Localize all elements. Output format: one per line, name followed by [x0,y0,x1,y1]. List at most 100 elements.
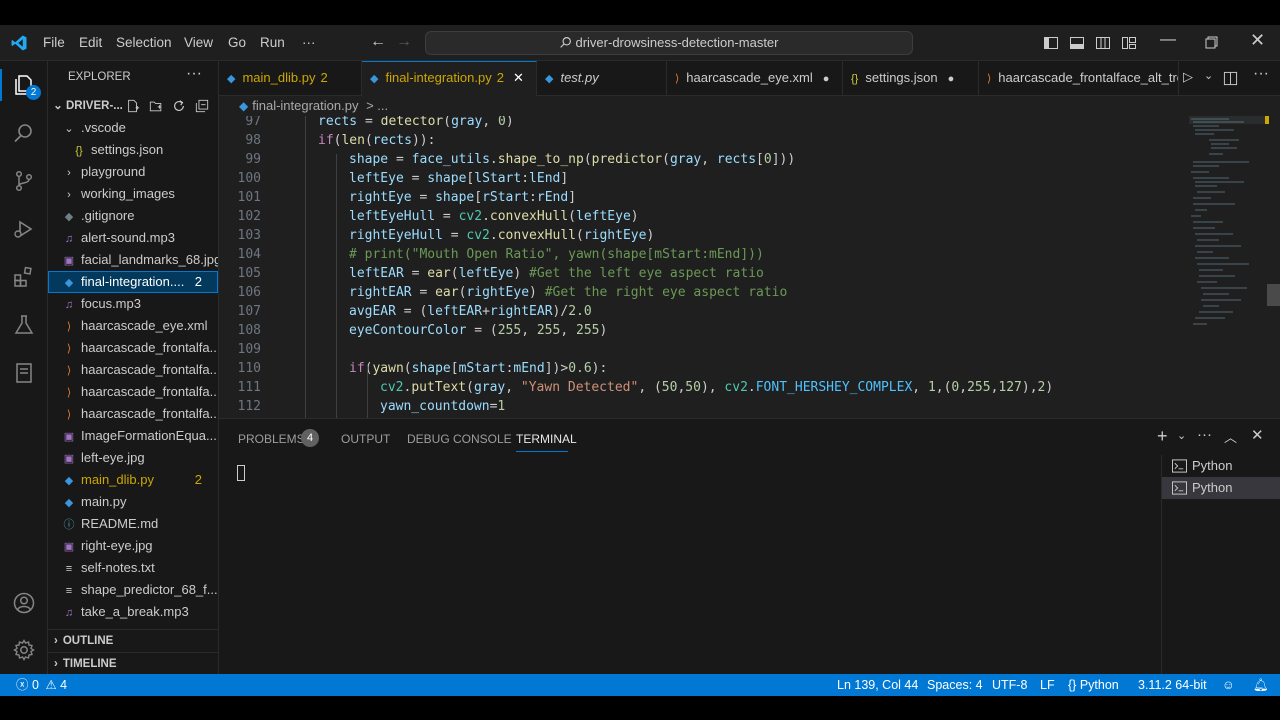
editor-tab[interactable]: ⟩ haarcascade_frontalface_alt_tre [979,61,1179,96]
notifications-bell-icon[interactable]: 🔔︎ [1253,674,1269,696]
file-tree-item[interactable]: ⟩ haarcascade_frontalfa... [48,337,218,359]
explorer-more-icon[interactable]: ··· [186,65,202,83]
restore-icon[interactable] [1205,36,1218,49]
editor-tab[interactable]: ◆ test.py [537,61,667,96]
problems-status[interactable]: ⓧ 0 ⚠ 4 [16,674,67,696]
unsaved-dot-icon[interactable]: ● [823,73,830,85]
file-tree-item[interactable]: ⟩ haarcascade_frontalfa... [48,403,218,425]
refresh-icon[interactable] [172,99,186,113]
terminal-instance-active[interactable]: Python [1162,477,1280,499]
menu-run[interactable]: Run [260,35,285,50]
code-line[interactable]: avgEAR = (leftEAR+rightEAR)/2.0 [349,302,592,321]
indentation[interactable]: Spaces: 4 [927,674,983,696]
extensions-icon[interactable] [12,265,36,289]
code-line[interactable]: # print("Mouth Open Ratio", yawn(shape[m… [349,245,764,264]
panel-more-icon[interactable]: ··· [1197,426,1212,443]
toggle-secondary-sidebar-icon[interactable] [1095,35,1111,51]
unsaved-dot-icon[interactable]: ● [948,73,955,85]
source-control-icon[interactable] [12,169,36,193]
code-editor[interactable]: 97 rects = detector(gray, 0) 98 if(len(rect… [219,116,1280,418]
command-center[interactable]: driver-drowsiness-detection-master [425,31,913,55]
editor-tab[interactable]: {} settings.json ● [843,61,979,96]
new-terminal-icon[interactable]: + [1157,426,1168,447]
file-tree-item[interactable]: ◆ .gitignore [48,205,218,227]
run-debug-icon[interactable] [12,217,36,241]
minimap[interactable] [1189,116,1269,418]
menu-edit[interactable]: Edit [79,35,102,50]
editor-tab[interactable]: ◆ main_dlib.py 2 [219,61,362,96]
code-line[interactable]: leftEyeHull = cv2.convexHull(leftEye) [349,207,639,226]
code-line[interactable]: if(len(rects)): [318,131,435,150]
run-python-icon[interactable]: ▷ [1183,69,1193,85]
split-editor-icon[interactable] [1223,71,1238,86]
file-tree-item[interactable]: ⓘ README.md [48,513,218,535]
new-folder-icon[interactable] [149,99,163,113]
menu-file[interactable]: File [43,35,65,50]
code-line[interactable]: rightEyeHull = cv2.convexHull(rightEye) [349,226,654,245]
customize-layout-icon[interactable] [1121,35,1137,51]
file-tree-item[interactable]: ♫ take_a_break.mp3 [48,601,218,623]
breadcrumb-file[interactable]: final-integration.py [252,98,358,113]
feedback-icon[interactable]: ☺ [1222,674,1235,696]
code-line[interactable]: if(yawn(shape[mStart:mEnd])>0.6): [349,359,607,378]
chevron-down-icon[interactable]: ⌄ [1177,429,1186,442]
file-tree-item[interactable]: ♫ alert-sound.mp3 [48,227,218,249]
editor-tab[interactable]: ◆ final-integration.py 2 ✕ [362,61,537,96]
encoding[interactable]: UTF-8 [992,674,1027,696]
timeline-section[interactable]: › TIMELINE [48,652,218,674]
accounts-icon[interactable] [12,591,36,615]
code-line[interactable]: leftEAR = ear(leftEye) #Get the left eye… [349,264,764,283]
code-line[interactable]: eyeContourColor = (255, 255, 255) [349,321,607,340]
code-line[interactable]: rightEye = shape[rStart:rEnd] [349,188,576,207]
minimize-icon[interactable]: — [1160,31,1176,49]
editor-tab[interactable]: ⟩ haarcascade_eye.xml ● [667,61,843,96]
breadcrumb-rest[interactable]: > ... [366,98,388,113]
language-mode[interactable]: {} Python [1068,674,1119,696]
search-icon[interactable] [12,121,36,145]
file-tree-item[interactable]: › working_images [48,183,218,205]
new-file-icon[interactable] [126,99,140,113]
file-tree-item[interactable]: ▣ left-eye.jpg [48,447,218,469]
menu-view[interactable]: View [184,35,213,50]
code-line[interactable]: yawn_countdown=1 [380,397,505,416]
python-interpreter[interactable]: 3.11.2 64-bit [1138,674,1207,696]
tab-terminal[interactable]: TERMINAL [516,432,577,446]
file-tree-item[interactable]: ⟩ haarcascade_frontalfa... [48,381,218,403]
file-tree-item[interactable]: ♫ focus.mp3 [48,293,218,315]
chevron-down-icon[interactable]: ⌄ [1204,69,1213,82]
file-tree-item[interactable]: › playground [48,161,218,183]
file-tree-item[interactable]: ⟩ haarcascade_eye.xml [48,315,218,337]
toggle-primary-sidebar-icon[interactable] [1043,35,1059,51]
cursor-position[interactable]: Ln 139, Col 44 [837,674,918,696]
file-tree-item[interactable]: ◆ main_dlib.py 2 [48,469,218,491]
file-tree-item[interactable]: ≡ self-notes.txt [48,557,218,579]
file-tree-item[interactable]: ◆ main.py [48,491,218,513]
outline-section[interactable]: › OUTLINE [48,629,218,651]
close-tab-icon[interactable]: ✕ [513,70,524,85]
collapse-all-icon[interactable] [195,99,209,113]
end-of-line[interactable]: LF [1040,674,1055,696]
file-tree-item[interactable]: ▣ right-eye.jpg [48,535,218,557]
gear-icon[interactable] [12,638,36,662]
file-tree-item[interactable]: ▣ ImageFormationEqua... [48,425,218,447]
forward-arrow-icon[interactable]: → [396,33,412,51]
close-panel-icon[interactable]: ✕ [1251,426,1264,444]
menu-go[interactable]: Go [228,35,246,50]
file-tree-item[interactable]: ◆ final-integration.... 2 [48,271,218,293]
toggle-panel-icon[interactable] [1069,35,1085,51]
file-tree-item[interactable]: ▣ facial_landmarks_68.jpg [48,249,218,271]
file-tree-item[interactable]: ⟩ haarcascade_frontalfa... [48,359,218,381]
terminal-instance[interactable]: Python [1162,455,1280,477]
file-tree-item[interactable]: {} settings.json [48,139,218,161]
close-window-icon[interactable]: ✕ [1250,30,1265,51]
menu-more[interactable]: ··· [302,35,316,50]
code-line[interactable]: leftEye = shape[lStart:lEnd] [349,169,568,188]
testing-flask-icon[interactable] [12,313,36,337]
code-line[interactable]: shape = face_utils.shape_to_np(predictor… [349,150,795,169]
tab-output[interactable]: OUTPUT [341,432,390,446]
code-line[interactable]: rects = detector(gray, 0) [318,116,514,131]
file-tree-item[interactable]: ≡ shape_predictor_68_f... [48,579,218,601]
remote-explorer-icon[interactable] [12,361,36,385]
tabs-more-icon[interactable]: ··· [1253,65,1269,83]
maximize-panel-icon[interactable]: ︿ [1224,427,1237,446]
